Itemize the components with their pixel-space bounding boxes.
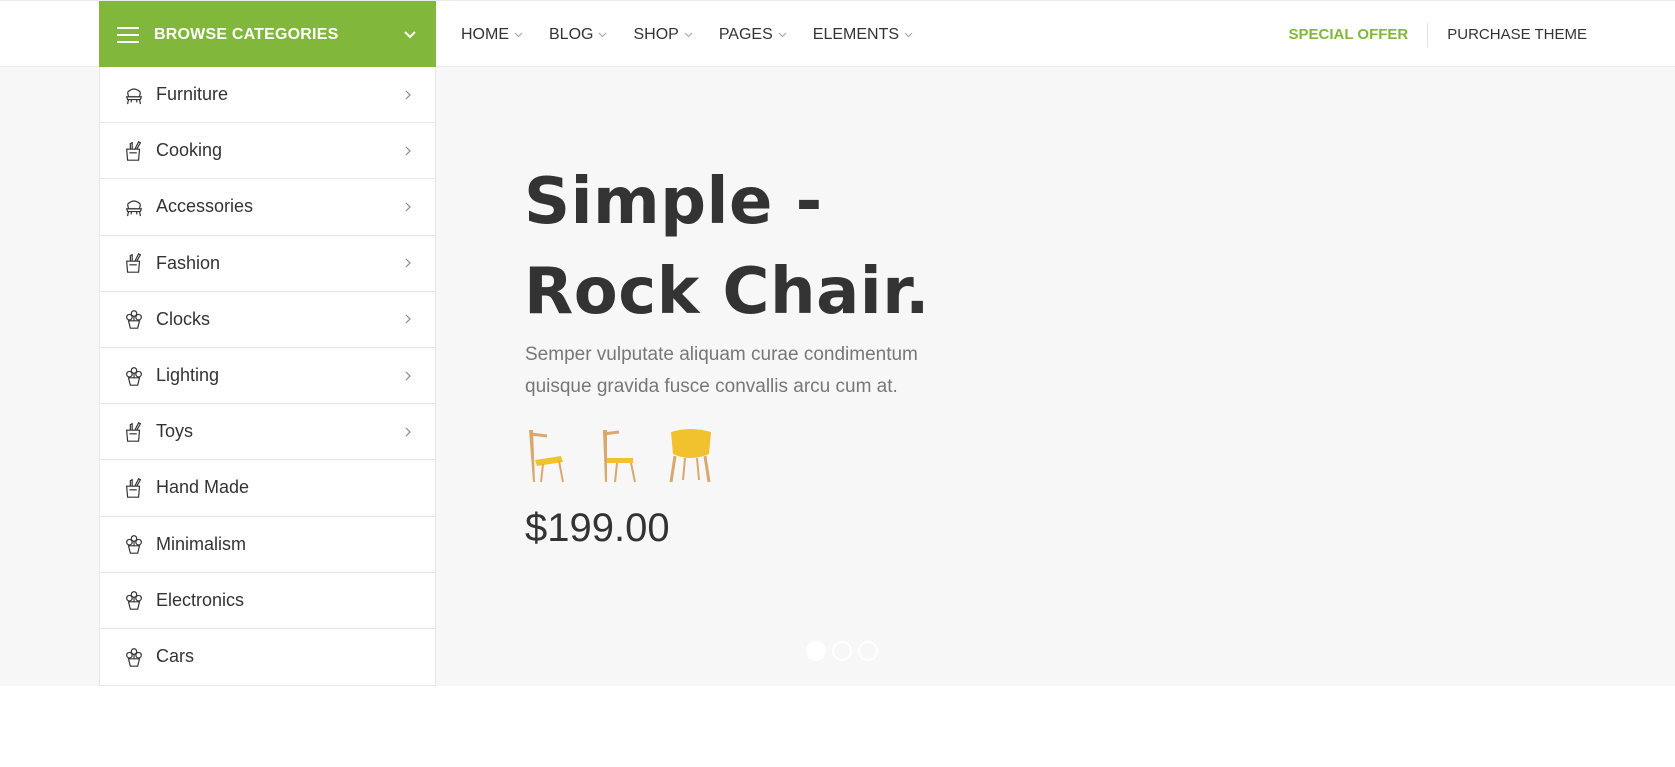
plant-pot-icon	[122, 364, 146, 388]
category-sidebar: Furniture Cooking Accessories Fashion Clocks…	[99, 67, 436, 686]
kitchen-knives-icon	[122, 476, 146, 500]
sidebar-item-label: Toys	[156, 421, 194, 442]
sidebar-item-label: Cooking	[156, 140, 223, 161]
chevron-right-icon	[405, 90, 411, 100]
chevron-right-icon	[405, 371, 411, 380]
chevron-down-icon	[404, 30, 416, 38]
kitchen-knives-icon	[122, 251, 146, 275]
sidebar-item-label: Hand Made	[156, 477, 250, 498]
browse-categories-label: BROWSE CATEGORIES	[154, 25, 339, 43]
kitchen-knives-icon	[122, 420, 146, 444]
nav-elements[interactable]: ELEMENTS	[813, 26, 913, 44]
chair-icon	[122, 83, 146, 107]
sidebar-item-label: Cars	[156, 646, 195, 667]
caret-down-icon	[514, 32, 523, 38]
hero-price: $199.00	[525, 506, 670, 550]
chevron-right-icon	[405, 314, 411, 324]
header-right-links: SPECIAL OFFER PURCHASE THEME	[1289, 1, 1587, 68]
top-navigation-bar: BROWSE CATEGORIES HOME BLOG SHOP PAGES E…	[0, 0, 1675, 68]
nav-shop[interactable]: SHOP	[633, 25, 693, 44]
main-nav: HOME BLOG SHOP PAGES ELEMENTS	[461, 1, 939, 68]
chair-thumb-3[interactable]	[663, 426, 717, 486]
nav-home-label: HOME	[461, 25, 509, 43]
sidebar-item-cars[interactable]: Cars	[100, 629, 435, 685]
slider-dot-2[interactable]	[832, 641, 852, 661]
sidebar-item-furniture[interactable]: Furniture	[100, 67, 435, 124]
sidebar-item-label: Minimalism	[156, 533, 246, 554]
sidebar-item-label: Lighting	[156, 365, 220, 386]
sidebar-item-hand-made[interactable]: Hand Made	[100, 460, 435, 517]
purchase-theme-link[interactable]: PURCHASE THEME	[1428, 26, 1587, 43]
special-offer-link[interactable]: SPECIAL OFFER	[1289, 26, 1428, 43]
nav-blog[interactable]: BLOG	[549, 26, 607, 44]
browse-categories-button[interactable]: BROWSE CATEGORIES	[99, 1, 436, 68]
chevron-right-icon	[405, 202, 411, 212]
sidebar-item-electronics[interactable]: Electronics	[100, 573, 435, 629]
plant-pot-icon	[122, 532, 146, 556]
sidebar-item-label: Furniture	[156, 84, 229, 105]
hero-description: Semper vulputate aliquam curae condiment…	[525, 344, 918, 397]
plant-pot-icon	[122, 588, 146, 612]
nav-home[interactable]: HOME	[461, 26, 523, 44]
sidebar-item-minimalism[interactable]: Minimalism	[100, 517, 435, 573]
sidebar-item-toys[interactable]: Toys	[100, 404, 435, 461]
chair-thumb-2[interactable]	[593, 426, 647, 486]
sidebar-item-lighting[interactable]: Lighting	[100, 348, 435, 405]
hero-title-line1: Simple -	[524, 165, 823, 239]
caret-down-icon	[684, 32, 693, 38]
nav-elements-label: ELEMENTS	[812, 25, 900, 43]
sidebar-item-label: Electronics	[156, 589, 245, 610]
sidebar-item-accessories[interactable]: Accessories	[100, 179, 435, 236]
caret-down-icon	[599, 32, 607, 38]
hamburger-menu-icon	[117, 26, 139, 43]
sidebar-item-label: Fashion	[156, 252, 221, 273]
hero-title: Simple - Rock Chair.	[524, 157, 930, 337]
chair-thumb-1[interactable]	[523, 426, 577, 486]
caret-down-icon	[904, 32, 913, 38]
chair-icon	[122, 195, 146, 219]
hero-title-line2: Rock Chair.	[524, 255, 930, 329]
caret-down-icon	[778, 32, 787, 38]
sidebar-item-fashion[interactable]: Fashion	[100, 236, 435, 292]
product-thumbnails	[523, 426, 733, 486]
nav-pages[interactable]: PAGES	[719, 26, 787, 44]
nav-pages-label: PAGES	[718, 25, 773, 43]
plant-pot-icon	[122, 645, 146, 669]
slider-pagination	[806, 641, 884, 661]
slider-dot-1[interactable]	[806, 641, 826, 661]
sidebar-item-label: Accessories	[156, 196, 254, 217]
chevron-right-icon	[405, 258, 411, 268]
chevron-right-icon	[405, 146, 411, 156]
sidebar-item-label: Clocks	[156, 308, 211, 329]
kitchen-knives-icon	[122, 139, 146, 163]
slider-dot-3[interactable]	[858, 641, 878, 661]
sidebar-item-cooking[interactable]: Cooking	[100, 123, 435, 180]
sidebar-item-clocks[interactable]: Clocks	[100, 292, 435, 348]
plant-pot-icon	[122, 307, 146, 331]
nav-shop-label: SHOP	[633, 25, 679, 43]
nav-blog-label: BLOG	[549, 25, 594, 43]
chevron-right-icon	[405, 427, 411, 437]
